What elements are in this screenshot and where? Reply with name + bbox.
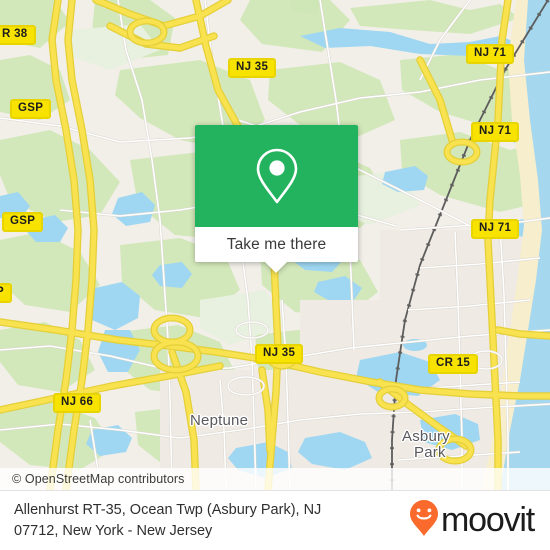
take-me-there-label: Take me there <box>226 235 327 253</box>
footer-bar: Allenhurst RT-35, Ocean Twp (Asbury Park… <box>0 490 550 550</box>
moovit-logo[interactable]: moovit <box>409 499 535 542</box>
place-label-asbury: Asbury <box>402 428 450 445</box>
road-shield: NJ 71 <box>471 122 520 142</box>
place-label-park: Park <box>414 444 446 461</box>
road-shield: GSP <box>10 99 52 119</box>
place-label-neptune: Neptune <box>190 412 249 429</box>
moovit-smiley-pin-icon <box>409 499 439 542</box>
road-shield: R 38 <box>0 25 36 45</box>
map-pin-icon <box>255 147 299 205</box>
popup-action-row[interactable]: Take me there <box>195 227 358 262</box>
road-shield: NJ 35 <box>255 344 304 364</box>
address-line-2: 07712, New York - New Jersey <box>14 522 213 539</box>
popup-header <box>195 125 358 227</box>
road-shield: GSP <box>2 212 44 232</box>
road-shield: NJ 66 <box>53 393 102 413</box>
address-line-1: Allenhurst RT-35, Ocean Twp (Asbury Park… <box>14 501 322 518</box>
address-block: Allenhurst RT-35, Ocean Twp (Asbury Park… <box>14 500 321 542</box>
road-shield: NJ 35 <box>228 58 277 78</box>
osm-attribution[interactable]: © OpenStreetMap contributors <box>0 468 550 490</box>
location-popup-card[interactable]: Take me there <box>195 125 358 273</box>
road-shield: NJ 71 <box>471 219 520 239</box>
road-shield: P <box>0 283 12 303</box>
moovit-wordmark: moovit <box>441 500 535 539</box>
popup-pointer-tail <box>265 262 287 273</box>
road-shield: CR 15 <box>428 354 479 374</box>
map-screenshot-page: R 38 NJ 35 NJ 71 GSP NJ 71 NJ 71 GSP P N… <box>0 0 550 550</box>
road-shield: NJ 71 <box>466 44 515 64</box>
